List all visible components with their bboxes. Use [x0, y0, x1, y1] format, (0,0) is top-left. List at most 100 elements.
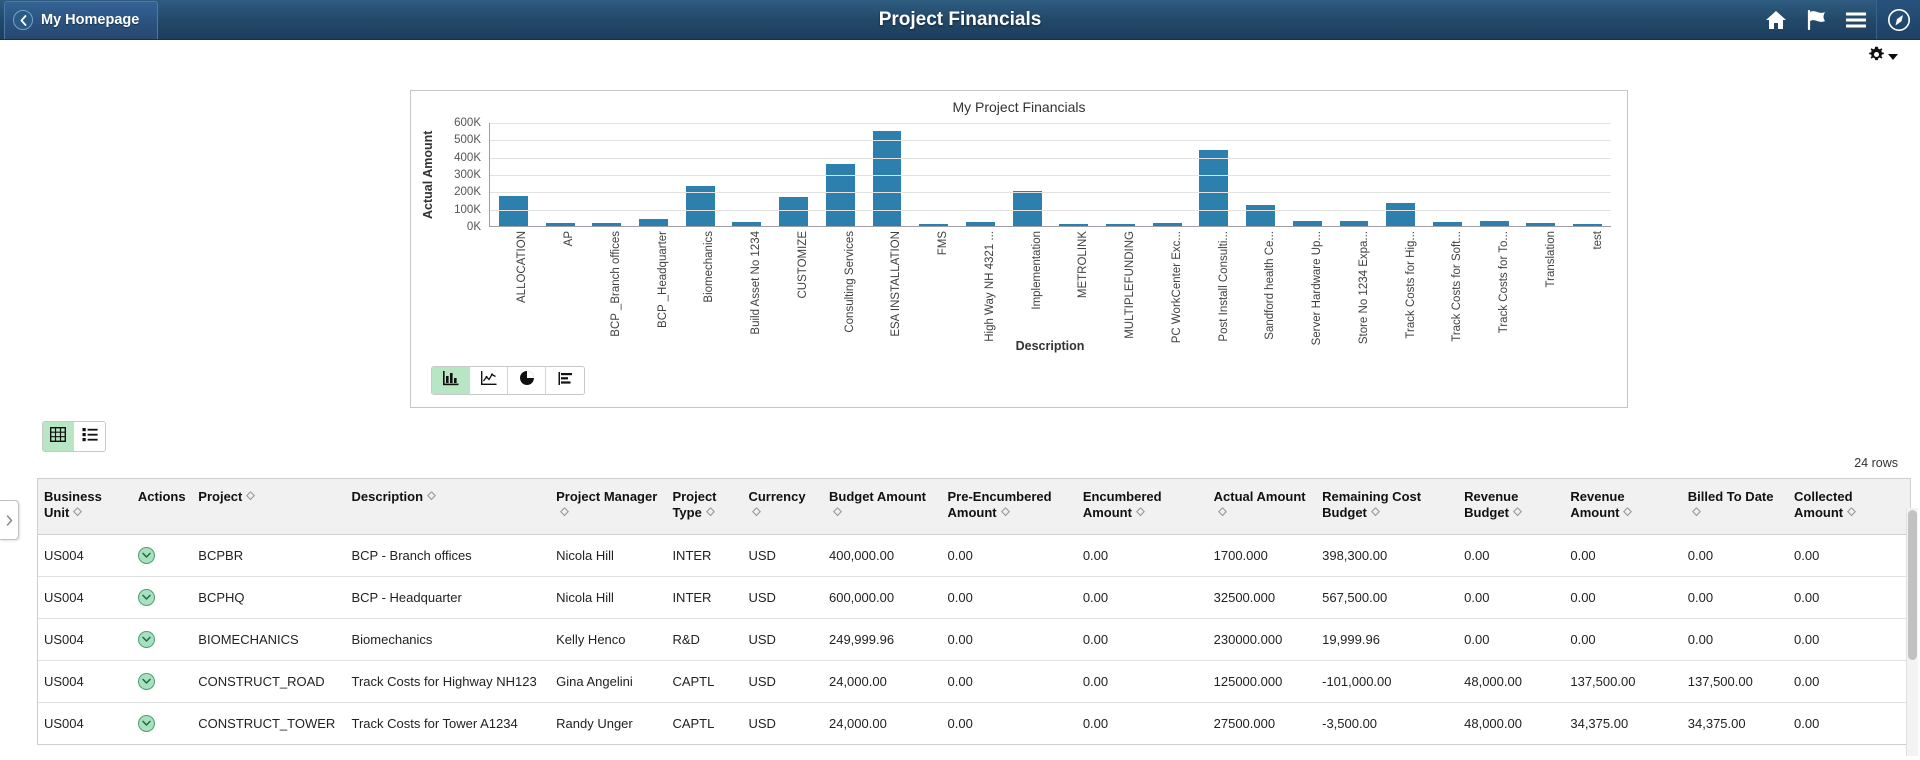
chart-bar[interactable] — [1573, 223, 1602, 226]
cell-project-manager: Gina Angelini — [550, 660, 667, 703]
chart-bar[interactable] — [919, 223, 949, 226]
column-header-revenue-budget[interactable]: Revenue Budget — [1458, 479, 1565, 535]
cell-action[interactable] — [132, 702, 192, 744]
chart-bar[interactable] — [592, 222, 622, 226]
cell-project[interactable]: CONSTRUCT_TOWER — [192, 702, 345, 744]
sort-icon[interactable] — [1217, 507, 1227, 518]
cell-project[interactable]: BIOMECHANICS — [192, 618, 346, 661]
home-icon[interactable] — [1756, 0, 1796, 39]
column-header-project-manager[interactable]: Project Manager — [550, 479, 667, 535]
chart-gridline — [490, 140, 1611, 142]
sort-icon[interactable] — [1847, 507, 1857, 518]
chart-bar[interactable] — [1246, 205, 1276, 226]
cell-business-unit: US004 — [44, 715, 84, 731]
column-header-budget-amount[interactable]: Budget Amount — [822, 479, 942, 535]
pie-chart-type-button[interactable] — [508, 367, 546, 394]
chart-x-tick-slot: Build Asset No 1234 — [723, 229, 770, 337]
chart-bar[interactable] — [965, 221, 995, 226]
horizontal-bar-chart-type-button[interactable] — [546, 367, 584, 394]
chart-bar[interactable] — [872, 130, 902, 226]
column-header-business-unit[interactable]: Business Unit — [38, 479, 132, 535]
cell-project[interactable]: CONSTRUCT_ROAD — [192, 660, 346, 703]
column-header-billed-to-date[interactable]: Billed To Date — [1681, 479, 1788, 535]
sort-icon[interactable] — [1691, 507, 1701, 518]
column-header-encumbered-amount[interactable]: Encumbered Amount — [1076, 479, 1208, 535]
sort-icon[interactable] — [560, 507, 570, 518]
chevron-down-circle-icon[interactable] — [137, 672, 155, 690]
column-header-project[interactable]: Project — [192, 479, 346, 535]
column-header-label: Encumbered Amount — [1082, 489, 1162, 521]
chart-bar[interactable] — [1339, 220, 1369, 226]
chevron-down-circle-icon[interactable] — [137, 588, 155, 606]
column-header-label: Collected Amount — [1794, 489, 1853, 521]
cell-action[interactable] — [131, 618, 193, 661]
sort-icon[interactable] — [73, 507, 83, 518]
sort-icon[interactable] — [705, 507, 715, 518]
cell-business-unit: US004 — [38, 534, 132, 577]
column-header-remaining-cost-budget[interactable]: Remaining Cost Budget — [1316, 479, 1459, 535]
column-header-revenue-amount[interactable]: Revenue Amount — [1564, 479, 1682, 535]
column-header-pre-encumbered-amount[interactable]: Pre-Encumbered Amount — [941, 479, 1077, 535]
grid-view-button[interactable] — [43, 422, 74, 451]
chart-bar[interactable] — [1479, 221, 1509, 226]
chevron-down-circle-icon[interactable] — [137, 714, 155, 732]
view-toggle-group — [42, 421, 106, 452]
cell-project-manager: Randy Unger — [556, 715, 633, 731]
chart-bar[interactable] — [1059, 223, 1089, 226]
line-chart-type-button[interactable] — [470, 367, 508, 394]
cell-billed-to-date: 137,500.00 — [1681, 660, 1788, 703]
list-view-button[interactable] — [74, 422, 105, 451]
column-header-project-type[interactable]: Project Type — [666, 479, 743, 535]
chart-bar[interactable] — [498, 195, 528, 226]
column-header-currency[interactable]: Currency — [742, 479, 823, 535]
line-chart-icon — [480, 370, 497, 391]
sort-icon[interactable] — [1623, 507, 1633, 518]
cell-collected-amount: 0.00 — [1788, 618, 1910, 661]
sort-icon[interactable] — [1000, 507, 1010, 518]
grid-vertical-scrollbar[interactable] — [1906, 508, 1918, 756]
sort-icon[interactable] — [1512, 507, 1522, 518]
chart-x-tick-label: FMS — [937, 231, 950, 256]
chart-bar[interactable] — [825, 164, 855, 226]
chart-bar[interactable] — [638, 219, 668, 226]
cell-project[interactable]: BCPBR — [192, 534, 346, 577]
column-header-collected-amount[interactable]: Collected Amount — [1788, 479, 1910, 535]
chart-bar[interactable] — [1386, 202, 1416, 226]
chart-bar[interactable] — [1106, 223, 1135, 226]
cell-project[interactable]: BCPHQ — [192, 576, 346, 619]
chart-bar[interactable] — [1152, 222, 1182, 226]
sort-icon[interactable] — [1135, 507, 1145, 518]
chart-bar[interactable] — [732, 221, 762, 226]
sort-icon[interactable] — [1370, 507, 1380, 518]
column-header-label: Revenue Amount — [1570, 489, 1625, 521]
cell-action[interactable] — [131, 576, 193, 619]
chart-bar[interactable] — [1526, 223, 1556, 226]
sort-icon[interactable] — [246, 491, 256, 502]
column-header-description[interactable]: Description — [345, 479, 551, 535]
sort-icon[interactable] — [833, 507, 842, 518]
bar-chart-type-button[interactable] — [432, 367, 470, 394]
cell-project-type: CAPTL — [666, 660, 743, 703]
chart-x-tick-slot: Track Costs for To... — [1471, 229, 1518, 337]
chart-bar[interactable] — [545, 223, 575, 226]
chart-bar[interactable] — [1199, 149, 1229, 226]
grid-scrollbar-thumb[interactable] — [1908, 510, 1917, 660]
cell-action[interactable] — [131, 660, 193, 703]
flag-icon[interactable] — [1796, 0, 1836, 39]
navigator-compass-icon[interactable] — [1876, 0, 1920, 39]
column-header-actual-amount[interactable]: Actual Amount — [1207, 479, 1317, 535]
sort-icon[interactable] — [427, 491, 436, 502]
expand-sidebar-handle[interactable] — [0, 500, 19, 540]
chart-bar[interactable] — [779, 197, 809, 226]
settings-menu-button[interactable] — [1868, 46, 1898, 68]
sort-icon[interactable] — [752, 507, 762, 518]
chart-bar[interactable] — [1292, 220, 1322, 226]
cell-action[interactable] — [131, 534, 193, 577]
chevron-down-circle-icon[interactable] — [137, 630, 155, 648]
hamburger-menu-icon[interactable] — [1836, 0, 1876, 39]
chevron-down-circle-icon[interactable] — [137, 546, 155, 564]
chart-y-axis-label: Actual Amount — [421, 130, 435, 220]
chart-bar[interactable] — [1432, 221, 1462, 226]
chart-y-tick: 100K — [454, 203, 481, 216]
back-to-homepage-button[interactable]: My Homepage — [4, 0, 159, 39]
